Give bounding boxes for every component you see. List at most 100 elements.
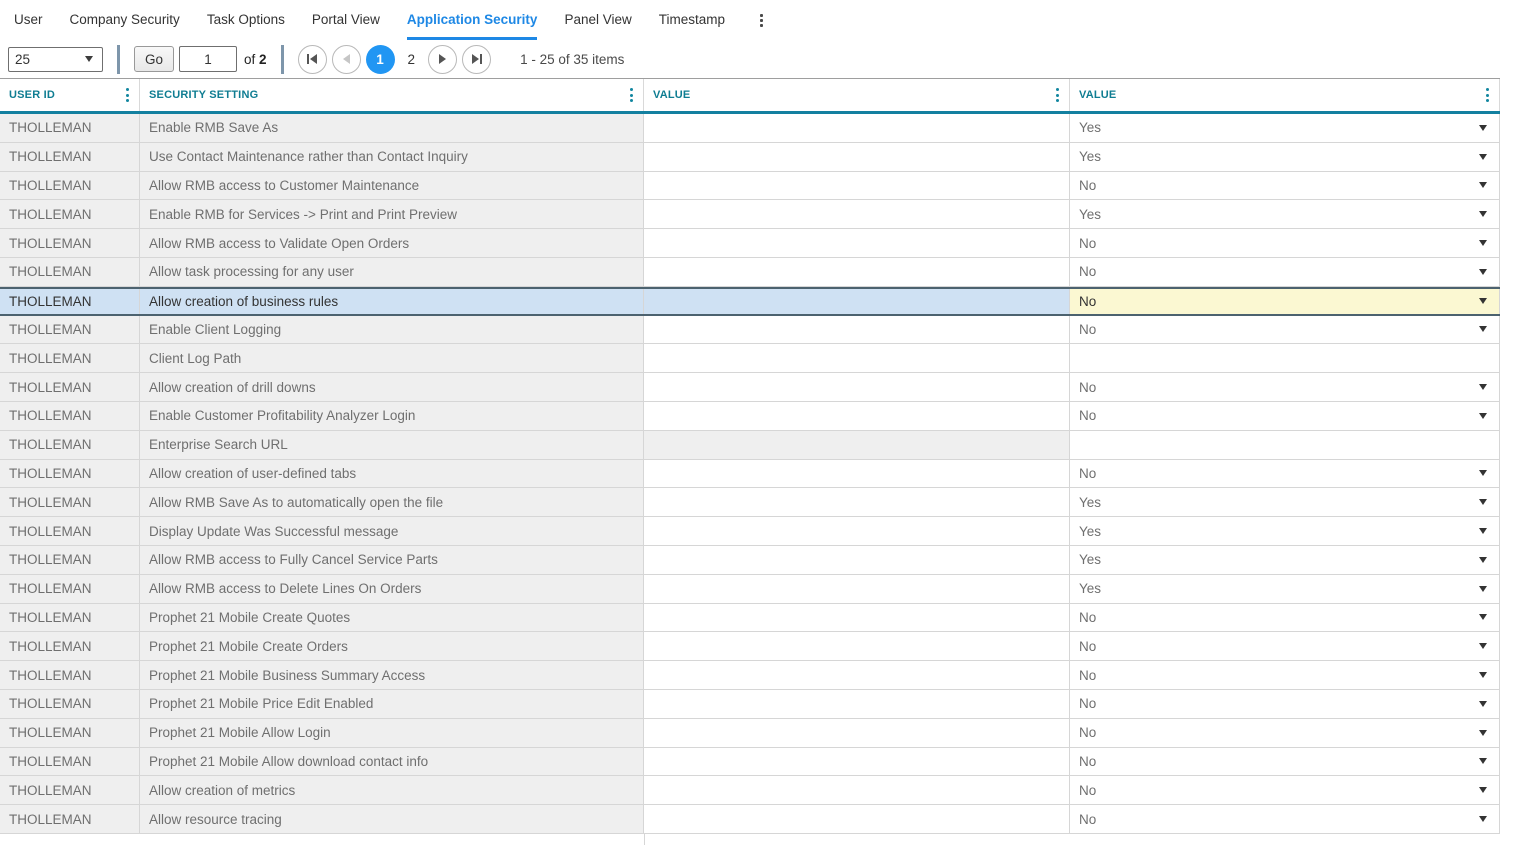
last-page-button[interactable] bbox=[462, 45, 491, 74]
table-row[interactable]: THOLLEMANAllow creation of user-defined … bbox=[0, 460, 1500, 489]
column-header-user-id[interactable]: USER ID bbox=[0, 79, 140, 111]
table-row[interactable]: THOLLEMANAllow RMB access to Validate Op… bbox=[0, 229, 1500, 258]
table-row[interactable]: THOLLEMANProphet 21 Mobile Create Orders… bbox=[0, 632, 1500, 661]
value-cell[interactable] bbox=[644, 661, 1070, 689]
value-dropdown-cell[interactable]: Yes bbox=[1070, 143, 1500, 171]
table-row[interactable]: THOLLEMANProphet 21 Mobile Price Edit En… bbox=[0, 690, 1500, 719]
value-dropdown-cell[interactable]: No bbox=[1070, 402, 1500, 430]
table-row[interactable]: THOLLEMANAllow RMB Save As to automatica… bbox=[0, 488, 1500, 517]
value-cell[interactable] bbox=[644, 258, 1070, 286]
value-cell[interactable] bbox=[644, 289, 1070, 314]
tab-application-security[interactable]: Application Security bbox=[407, 0, 538, 40]
page-size-value: 25 bbox=[15, 52, 30, 67]
table-row[interactable]: THOLLEMANAllow creation of drill downsNo bbox=[0, 373, 1500, 402]
next-page-button[interactable] bbox=[428, 45, 457, 74]
value-cell[interactable] bbox=[644, 719, 1070, 747]
value-dropdown-cell[interactable]: Yes bbox=[1070, 114, 1500, 142]
column-menu-icon[interactable] bbox=[1484, 86, 1491, 104]
table-row[interactable]: THOLLEMANDisplay Update Was Successful m… bbox=[0, 517, 1500, 546]
table-row[interactable]: THOLLEMANEnable Client LoggingNo bbox=[0, 316, 1500, 345]
value-cell[interactable] bbox=[644, 143, 1070, 171]
value-cell[interactable] bbox=[644, 200, 1070, 228]
value-cell[interactable] bbox=[644, 488, 1070, 516]
table-row[interactable]: THOLLEMANAllow creation of business rule… bbox=[0, 287, 1500, 316]
tab-task-options[interactable]: Task Options bbox=[207, 0, 285, 40]
value-cell[interactable] bbox=[644, 172, 1070, 200]
value-cell[interactable] bbox=[644, 431, 1070, 459]
tab-overflow-menu-icon[interactable] bbox=[756, 0, 767, 40]
table-row[interactable]: THOLLEMANAllow creation of metricsNo bbox=[0, 776, 1500, 805]
value-cell[interactable] bbox=[644, 373, 1070, 401]
table-row[interactable]: THOLLEMANAllow resource tracingNo bbox=[0, 805, 1500, 834]
value-dropdown-cell[interactable]: No bbox=[1070, 373, 1500, 401]
table-row[interactable]: THOLLEMANEnable Customer Profitability A… bbox=[0, 402, 1500, 431]
value-dropdown-cell[interactable]: No bbox=[1070, 172, 1500, 200]
tab-timestamp[interactable]: Timestamp bbox=[659, 0, 725, 40]
value-dropdown-cell[interactable]: No bbox=[1070, 289, 1500, 314]
value-dropdown-cell[interactable]: No bbox=[1070, 316, 1500, 344]
value-dropdown-cell[interactable]: No bbox=[1070, 460, 1500, 488]
table-row[interactable]: THOLLEMANProphet 21 Mobile Allow LoginNo bbox=[0, 719, 1500, 748]
table-row[interactable]: THOLLEMANAllow RMB access to Customer Ma… bbox=[0, 172, 1500, 201]
page-number-input[interactable] bbox=[179, 46, 237, 72]
value-cell[interactable] bbox=[644, 748, 1070, 776]
value-dropdown-cell[interactable]: Yes bbox=[1070, 488, 1500, 516]
value-cell[interactable] bbox=[644, 114, 1070, 142]
value-cell[interactable] bbox=[644, 604, 1070, 632]
value-dropdown-cell[interactable]: Yes bbox=[1070, 200, 1500, 228]
column-header-value-2[interactable]: VALUE bbox=[1070, 79, 1500, 111]
value-dropdown-cell[interactable]: No bbox=[1070, 690, 1500, 718]
column-header-security-setting[interactable]: SECURITY SETTING bbox=[140, 79, 644, 111]
value-dropdown-cell[interactable]: Yes bbox=[1070, 546, 1500, 574]
first-page-button[interactable] bbox=[298, 45, 327, 74]
table-row[interactable]: THOLLEMANClient Log Path bbox=[0, 344, 1500, 373]
value-dropdown-cell[interactable]: No bbox=[1070, 719, 1500, 747]
table-row[interactable]: THOLLEMANUse Contact Maintenance rather … bbox=[0, 143, 1500, 172]
page-size-select[interactable]: 25 bbox=[8, 47, 103, 72]
value-cell[interactable] bbox=[644, 229, 1070, 257]
go-button[interactable]: Go bbox=[134, 46, 174, 72]
value-cell[interactable] bbox=[644, 344, 1070, 372]
value-dropdown-cell[interactable]: Yes bbox=[1070, 575, 1500, 603]
tab-company-security[interactable]: Company Security bbox=[70, 0, 180, 40]
value-cell[interactable] bbox=[644, 402, 1070, 430]
table-row[interactable]: THOLLEMANAllow RMB access to Fully Cance… bbox=[0, 546, 1500, 575]
value-cell[interactable] bbox=[644, 575, 1070, 603]
table-row[interactable]: THOLLEMANEnterprise Search URL bbox=[0, 431, 1500, 460]
dropdown-value: No bbox=[1079, 236, 1096, 251]
value-cell[interactable] bbox=[644, 460, 1070, 488]
value-dropdown-cell[interactable]: No bbox=[1070, 632, 1500, 660]
value-dropdown-cell[interactable]: No bbox=[1070, 805, 1500, 833]
table-row[interactable]: THOLLEMANAllow task processing for any u… bbox=[0, 258, 1500, 287]
value-dropdown-cell[interactable]: No bbox=[1070, 229, 1500, 257]
value-dropdown-cell[interactable]: No bbox=[1070, 661, 1500, 689]
value-dropdown-cell[interactable]: No bbox=[1070, 748, 1500, 776]
value-cell[interactable] bbox=[644, 776, 1070, 804]
value-cell[interactable] bbox=[644, 690, 1070, 718]
table-row[interactable]: THOLLEMANProphet 21 Mobile Create Quotes… bbox=[0, 604, 1500, 633]
table-row[interactable]: THOLLEMANProphet 21 Mobile Allow downloa… bbox=[0, 748, 1500, 777]
page-button-1[interactable]: 1 bbox=[366, 45, 395, 74]
table-row[interactable]: THOLLEMANEnable RMB Save AsYes bbox=[0, 114, 1500, 143]
table-row[interactable]: THOLLEMANProphet 21 Mobile Business Summ… bbox=[0, 661, 1500, 690]
tab-portal-view[interactable]: Portal View bbox=[312, 0, 380, 40]
column-menu-icon[interactable] bbox=[124, 86, 131, 104]
table-row[interactable]: THOLLEMANAllow RMB access to Delete Line… bbox=[0, 575, 1500, 604]
value-cell[interactable] bbox=[644, 805, 1070, 833]
value-cell[interactable] bbox=[644, 632, 1070, 660]
column-menu-icon[interactable] bbox=[1054, 86, 1061, 104]
value-cell[interactable] bbox=[644, 517, 1070, 545]
value-dropdown-cell[interactable]: No bbox=[1070, 604, 1500, 632]
value-dropdown-cell[interactable]: No bbox=[1070, 776, 1500, 804]
tab-user[interactable]: User bbox=[14, 0, 43, 40]
previous-page-button[interactable] bbox=[332, 45, 361, 74]
value-dropdown-cell[interactable]: Yes bbox=[1070, 517, 1500, 545]
value-cell[interactable] bbox=[644, 546, 1070, 574]
column-menu-icon[interactable] bbox=[628, 86, 635, 104]
page-button-2[interactable]: 2 bbox=[408, 52, 416, 67]
value-dropdown-cell[interactable]: No bbox=[1070, 258, 1500, 286]
value-cell[interactable] bbox=[644, 316, 1070, 344]
tab-panel-view[interactable]: Panel View bbox=[564, 0, 631, 40]
table-row[interactable]: THOLLEMANEnable RMB for Services -> Prin… bbox=[0, 200, 1500, 229]
column-header-value[interactable]: VALUE bbox=[644, 79, 1070, 111]
